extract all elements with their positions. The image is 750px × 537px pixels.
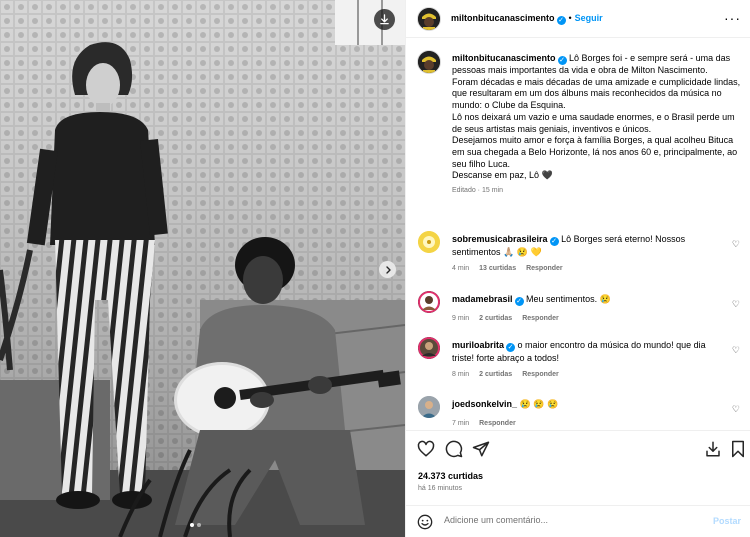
reply-button[interactable]: Responder xyxy=(522,371,559,378)
verified-badge-icon: ✓ xyxy=(549,237,559,246)
download-icon xyxy=(380,14,389,25)
comment-time: 9 min xyxy=(452,315,470,322)
heart-icon xyxy=(417,440,435,457)
verified-badge-icon: ✓ xyxy=(514,297,524,306)
comments-section[interactable]: miltonbitucanascimento ✓ Lô Borges foi - … xyxy=(406,39,750,430)
caption-line: Descanse em paz, Lô 🖤 xyxy=(452,170,553,181)
comment-meta: 4 min 13 curtidas Responder xyxy=(452,263,722,276)
reply-button[interactable]: Responder xyxy=(526,265,563,272)
caption-body: miltonbitucanascimento ✓ Lô Borges foi - … xyxy=(452,53,742,197)
send-icon xyxy=(472,441,490,457)
like-comment-icon[interactable]: ♡ xyxy=(732,404,740,415)
caption-line: Desejamos muito amor e força à família B… xyxy=(452,135,738,169)
like-comment-icon[interactable]: ♡ xyxy=(732,239,740,250)
avatar-image xyxy=(418,337,440,359)
comment-username[interactable]: madamebrasil xyxy=(452,294,513,304)
comment-body: muriloabrita ✓ o maior encontro da música… xyxy=(452,339,722,381)
comment-body: sobremusicabrasileira ✓ Lô Borges será et… xyxy=(452,233,722,275)
commenter-avatar[interactable] xyxy=(418,396,440,418)
verified-badge-icon: ✓ xyxy=(557,56,567,65)
comment-composer: Postar xyxy=(406,505,750,537)
like-comment-icon[interactable]: ♡ xyxy=(732,299,740,310)
bookmark-icon xyxy=(732,440,744,458)
share-button[interactable] xyxy=(472,440,490,460)
reply-button[interactable]: Responder xyxy=(522,315,559,322)
carousel-dot-active xyxy=(190,523,194,527)
commenter-avatar[interactable] xyxy=(418,291,440,313)
post-header: miltonbitucanascimento ✓ • Seguir ··· xyxy=(406,0,750,38)
avatar-image xyxy=(418,51,440,73)
separator: • xyxy=(568,13,572,23)
post-photo[interactable] xyxy=(0,0,405,537)
post-comment-button[interactable]: Postar xyxy=(713,516,741,526)
comment-likes[interactable]: 2 curtidas xyxy=(479,315,512,322)
comment-likes[interactable]: 13 curtidas xyxy=(479,265,516,272)
comment-item: muriloabrita ✓ o maior encontro da música… xyxy=(418,337,743,385)
verified-badge-icon: ✓ xyxy=(556,16,566,25)
more-options-icon[interactable]: ··· xyxy=(724,11,741,25)
comment-likes[interactable]: 2 curtidas xyxy=(479,371,512,378)
comment-meta: 9 min 2 curtidas Responder xyxy=(452,313,722,326)
author-avatar[interactable] xyxy=(418,8,440,30)
comment-username[interactable]: sobremusicabrasileira xyxy=(452,234,548,244)
author-username[interactable]: miltonbitucanascimento xyxy=(451,13,555,23)
comment-bubble-icon xyxy=(445,440,463,458)
post-details-panel: miltonbitucanascimento ✓ • Seguir ··· milto… xyxy=(405,0,750,537)
likes-count[interactable]: 24.373 curtidas xyxy=(418,471,483,481)
caption-avatar[interactable] xyxy=(418,51,440,73)
download-tray-icon xyxy=(706,441,720,457)
comment-item: joedsonkelvin_ 😢 😢 😢 7 min Responder ♡ xyxy=(418,396,743,430)
carousel-dots xyxy=(190,523,201,527)
comment-button[interactable] xyxy=(445,440,463,460)
caption-line: Foram décadas e mais décadas de uma amiz… xyxy=(452,76,741,111)
commenter-avatar[interactable] xyxy=(418,231,440,253)
comment-text: Meu sentimentos. 😢 xyxy=(526,294,611,304)
commenter-avatar[interactable] xyxy=(418,337,440,359)
bookmark-button[interactable] xyxy=(730,440,746,460)
save-download-button[interactable] xyxy=(704,440,722,460)
follow-button[interactable]: Seguir xyxy=(575,13,603,23)
like-button[interactable] xyxy=(417,440,435,460)
comment-time: 8 min xyxy=(452,370,470,378)
comment-time: 4 min xyxy=(452,264,470,272)
comment-text: 😢 😢 😢 xyxy=(519,399,559,409)
emoji-button[interactable] xyxy=(417,514,433,532)
emoji-icon xyxy=(417,514,433,530)
caption-username[interactable]: miltonbitucanascimento xyxy=(452,53,556,63)
comment-meta: 8 min 2 curtidas Responder xyxy=(452,369,722,382)
avatar-image xyxy=(418,231,440,253)
caption-meta: Editado · 15 min xyxy=(452,187,503,195)
comment-body: joedsonkelvin_ 😢 😢 😢 7 min Responder xyxy=(452,398,722,430)
chevron-right-icon xyxy=(385,265,391,274)
verified-badge-icon: ✓ xyxy=(506,343,516,352)
comment-item: madamebrasil ✓ Meu sentimentos. 😢 9 min 2 … xyxy=(418,291,743,327)
avatar-image xyxy=(418,396,440,418)
comment-username[interactable]: muriloabrita xyxy=(452,340,504,350)
comment-meta: 7 min Responder xyxy=(452,418,722,431)
avatar-image xyxy=(418,8,440,30)
download-button[interactable] xyxy=(374,9,395,30)
like-comment-icon[interactable]: ♡ xyxy=(732,345,740,356)
post-time: há 16 minutos xyxy=(418,485,462,492)
carousel-dot xyxy=(197,523,201,527)
comment-username[interactable]: joedsonkelvin_ xyxy=(452,399,517,409)
action-bar xyxy=(406,430,750,468)
header-user-line: miltonbitucanascimento ✓ • Seguir xyxy=(451,13,603,25)
comment-body: madamebrasil ✓ Meu sentimentos. 😢 9 min 2 … xyxy=(452,293,722,326)
comment-input[interactable] xyxy=(444,515,684,525)
caption-line: Lô nos deixará um vazio e uma saudade en… xyxy=(452,111,735,134)
reply-button[interactable]: Responder xyxy=(479,420,516,427)
comment-time: 7 min xyxy=(452,419,470,427)
photo-illustration xyxy=(0,0,405,537)
avatar-image xyxy=(418,291,440,313)
comment-item: sobremusicabrasileira ✓ Lô Borges será et… xyxy=(418,231,743,277)
next-photo-button[interactable] xyxy=(379,261,396,278)
